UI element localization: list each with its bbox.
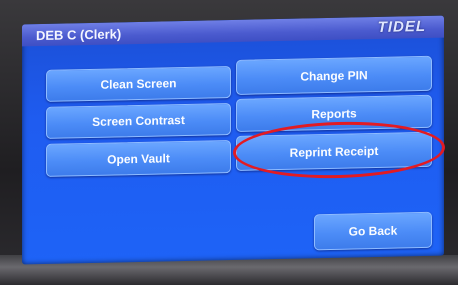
user-title: DEB C (Clerk) — [36, 26, 122, 44]
reprint-receipt-button[interactable]: Reprint Receipt — [236, 131, 432, 171]
screen-contrast-button[interactable]: Screen Contrast — [46, 103, 231, 139]
touch-screen: DEB C (Clerk) TIDEL Clean Screen Change … — [22, 15, 444, 265]
reports-button[interactable]: Reports — [236, 94, 432, 132]
go-back-button[interactable]: Go Back — [314, 211, 432, 251]
clean-screen-button[interactable]: Clean Screen — [46, 66, 231, 102]
change-pin-button[interactable]: Change PIN — [236, 55, 432, 95]
tidel-logo: TIDEL — [377, 17, 426, 36]
open-vault-button[interactable]: Open Vault — [46, 140, 231, 177]
